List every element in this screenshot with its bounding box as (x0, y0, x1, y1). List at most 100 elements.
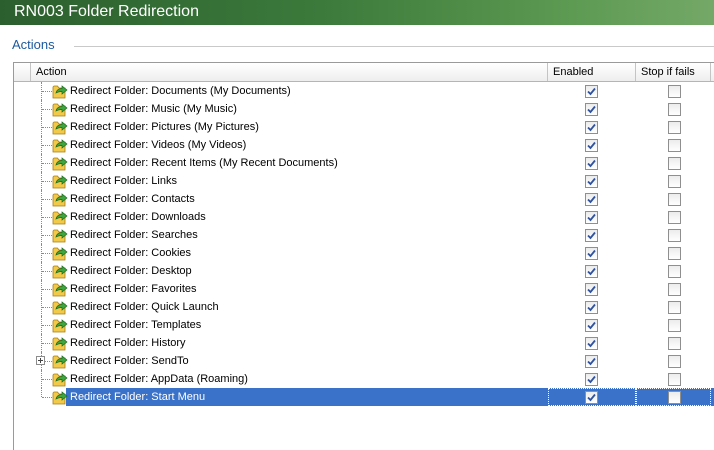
enabled-checkbox[interactable] (585, 157, 598, 170)
enabled-checkbox[interactable] (585, 373, 598, 386)
action-label[interactable]: Redirect Folder: Quick Launch (70, 298, 219, 316)
stop-if-fails-checkbox[interactable] (668, 193, 681, 206)
table-row[interactable]: Redirect Folder: Favorites (14, 280, 714, 298)
checkmark-icon (587, 249, 596, 258)
action-label[interactable]: Redirect Folder: Documents (My Documents… (70, 82, 291, 100)
enabled-checkbox[interactable] (585, 319, 598, 332)
table-row[interactable]: Redirect Folder: SendTo (14, 352, 714, 370)
stop-if-fails-checkbox[interactable] (668, 121, 681, 134)
table-row[interactable]: Redirect Folder: Recent Items (My Recent… (14, 154, 714, 172)
action-label[interactable]: Redirect Folder: Contacts (70, 190, 195, 208)
folder-redirect-icon (52, 155, 68, 171)
checkmark-icon (587, 393, 596, 402)
enabled-checkbox[interactable] (585, 229, 598, 242)
stop-if-fails-checkbox[interactable] (668, 157, 681, 170)
enabled-checkbox[interactable] (585, 211, 598, 224)
action-label[interactable]: Redirect Folder: AppData (Roaming) (70, 370, 248, 388)
stop-if-fails-checkbox[interactable] (668, 103, 681, 116)
enabled-checkbox[interactable] (585, 301, 598, 314)
stop-if-fails-checkbox[interactable] (668, 175, 681, 188)
action-label[interactable]: Redirect Folder: Favorites (70, 280, 197, 298)
action-label[interactable]: Redirect Folder: Videos (My Videos) (70, 136, 246, 154)
actions-grid[interactable]: Action Enabled Stop if fails Redirect Fo… (13, 62, 714, 450)
stop-if-fails-checkbox[interactable] (668, 139, 681, 152)
checkmark-icon (587, 267, 596, 276)
enabled-checkbox[interactable] (585, 391, 598, 404)
enabled-checkbox[interactable] (585, 139, 598, 152)
table-row[interactable]: Redirect Folder: Music (My Music) (14, 100, 714, 118)
enabled-checkbox[interactable] (585, 85, 598, 98)
folder-redirect-icon (52, 173, 68, 189)
stop-if-fails-checkbox[interactable] (668, 301, 681, 314)
table-row[interactable]: Redirect Folder: Contacts (14, 190, 714, 208)
grid-header: Action Enabled Stop if fails (14, 63, 714, 82)
action-label[interactable]: Redirect Folder: Start Menu (70, 388, 205, 406)
action-label[interactable]: Redirect Folder: Pictures (My Pictures) (70, 118, 259, 136)
folder-redirect-icon (52, 299, 68, 315)
table-row[interactable]: Redirect Folder: Cookies (14, 244, 714, 262)
checkmark-icon (587, 375, 596, 384)
action-label[interactable]: Redirect Folder: Recent Items (My Recent… (70, 154, 338, 172)
action-label[interactable]: Redirect Folder: Links (70, 172, 177, 190)
stop-if-fails-checkbox[interactable] (668, 283, 681, 296)
action-label[interactable]: Redirect Folder: Cookies (70, 244, 191, 262)
stop-if-fails-checkbox[interactable] (668, 391, 681, 404)
folder-redirect-icon (52, 83, 68, 99)
table-row[interactable]: Redirect Folder: Links (14, 172, 714, 190)
stop-if-fails-checkbox[interactable] (668, 319, 681, 332)
stop-if-fails-checkbox[interactable] (668, 337, 681, 350)
tree-branch (42, 127, 52, 128)
stop-if-fails-checkbox[interactable] (668, 85, 681, 98)
tree-branch (42, 307, 52, 308)
checkmark-icon (587, 105, 596, 114)
section-divider (74, 46, 714, 47)
folder-redirect-icon (52, 263, 68, 279)
checkmark-icon (587, 87, 596, 96)
enabled-checkbox[interactable] (585, 265, 598, 278)
folder-redirect-icon (52, 209, 68, 225)
stop-if-fails-checkbox[interactable] (668, 247, 681, 260)
table-row[interactable]: Redirect Folder: Start Menu (14, 388, 714, 406)
expand-plus-icon[interactable] (36, 356, 45, 365)
enabled-checkbox[interactable] (585, 283, 598, 296)
enabled-checkbox[interactable] (585, 121, 598, 134)
column-header-stop-if-fails[interactable]: Stop if fails (636, 63, 711, 81)
table-row[interactable]: Redirect Folder: Documents (My Documents… (14, 82, 714, 100)
stop-if-fails-checkbox[interactable] (668, 229, 681, 242)
enabled-checkbox[interactable] (585, 103, 598, 116)
checkmark-icon (587, 285, 596, 294)
column-header-action[interactable]: Action (31, 63, 548, 81)
stop-if-fails-checkbox[interactable] (668, 265, 681, 278)
table-row[interactable]: Redirect Folder: Quick Launch (14, 298, 714, 316)
action-label[interactable]: Redirect Folder: Desktop (70, 262, 192, 280)
table-row[interactable]: Redirect Folder: Templates (14, 316, 714, 334)
enabled-checkbox[interactable] (585, 193, 598, 206)
section-title: Actions (12, 37, 55, 52)
column-header-enabled[interactable]: Enabled (548, 63, 636, 81)
action-label[interactable]: Redirect Folder: Searches (70, 226, 198, 244)
enabled-checkbox[interactable] (585, 247, 598, 260)
table-row[interactable]: Redirect Folder: Searches (14, 226, 714, 244)
tree-branch (42, 181, 52, 182)
action-label[interactable]: Redirect Folder: History (70, 334, 186, 352)
table-row[interactable]: Redirect Folder: Desktop (14, 262, 714, 280)
enabled-checkbox[interactable] (585, 355, 598, 368)
enabled-checkbox[interactable] (585, 337, 598, 350)
action-label[interactable]: Redirect Folder: Templates (70, 316, 201, 334)
stop-if-fails-checkbox[interactable] (668, 355, 681, 368)
table-row[interactable]: Redirect Folder: Downloads (14, 208, 714, 226)
row-selector-header[interactable] (14, 63, 31, 81)
action-label[interactable]: Redirect Folder: Downloads (70, 208, 206, 226)
table-row[interactable]: Redirect Folder: AppData (Roaming) (14, 370, 714, 388)
checkmark-icon (587, 357, 596, 366)
tree-line (41, 388, 42, 397)
table-row[interactable]: Redirect Folder: History (14, 334, 714, 352)
enabled-checkbox[interactable] (585, 175, 598, 188)
stop-if-fails-checkbox[interactable] (668, 373, 681, 386)
checkmark-icon (587, 159, 596, 168)
table-row[interactable]: Redirect Folder: Pictures (My Pictures) (14, 118, 714, 136)
stop-if-fails-checkbox[interactable] (668, 211, 681, 224)
table-row[interactable]: Redirect Folder: Videos (My Videos) (14, 136, 714, 154)
action-label[interactable]: Redirect Folder: SendTo (70, 352, 189, 370)
action-label[interactable]: Redirect Folder: Music (My Music) (70, 100, 237, 118)
